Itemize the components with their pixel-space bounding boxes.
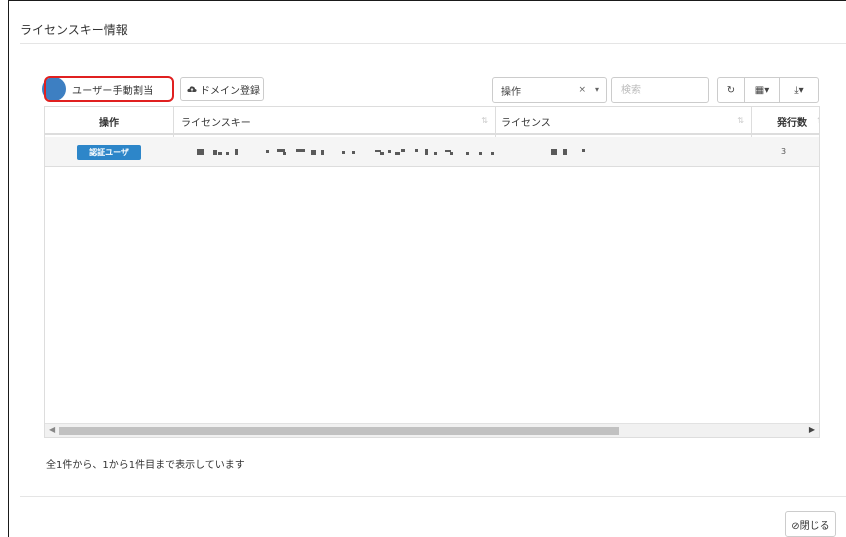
chevron-down-icon[interactable]: ▾	[595, 85, 599, 94]
table-row[interactable]: 認証ユーザ 3	[45, 137, 819, 167]
columns-button[interactable]: ▦▾	[744, 77, 780, 103]
clear-icon[interactable]: ×	[578, 85, 586, 95]
modal-title: ライセンスキー情報	[20, 23, 128, 37]
license-table: 操作 ライセンスキー ⇅ ライセンス ⇅ 発行数 ⇅ 認証ユーザ	[44, 106, 820, 438]
footer-divider	[20, 496, 846, 497]
column-header-action[interactable]: 操作	[45, 107, 173, 135]
column-header-issued-count[interactable]: 発行数 ⇅	[751, 107, 819, 135]
export-button[interactable]: ⤓▾	[779, 77, 819, 103]
table-header: 操作 ライセンスキー ⇅ ライセンス ⇅ 発行数 ⇅	[45, 107, 819, 135]
sort-icon[interactable]: ⇅	[817, 116, 819, 125]
domain-register-button[interactable]: ドメイン登録	[180, 77, 264, 101]
manual-assign-icon	[42, 77, 66, 101]
column-header-label: ライセンスキー	[181, 117, 251, 129]
manual-assign-button[interactable]: ユーザー手動割当	[42, 77, 172, 101]
scroll-right-icon[interactable]: ▶	[809, 425, 815, 434]
horizontal-scrollbar[interactable]: ◀ ▶	[45, 423, 819, 437]
column-header-label: 発行数	[777, 117, 807, 129]
scroll-left-icon[interactable]: ◀	[49, 425, 55, 434]
title-divider	[20, 43, 846, 44]
search-input[interactable]	[611, 77, 709, 103]
column-header-label: ライセンス	[501, 117, 551, 129]
column-header-license[interactable]: ライセンス ⇅	[495, 107, 751, 135]
cloud-upload-icon	[187, 86, 197, 92]
column-header-license-key[interactable]: ライセンスキー ⇅	[173, 107, 495, 135]
sort-icon[interactable]: ⇅	[481, 116, 488, 125]
close-button-label: ⊘閉じる	[791, 520, 830, 532]
issued-count-cell: 3	[781, 147, 787, 156]
close-button[interactable]: ⊘閉じる	[785, 511, 836, 537]
operation-select-value: 操作	[501, 86, 521, 98]
pagination-info: 全1件から、1から1件目まで表示しています	[46, 460, 245, 471]
download-icon: ⤓▾	[794, 84, 804, 96]
scrollbar-thumb[interactable]	[59, 427, 619, 435]
domain-register-label: ドメイン登録	[200, 85, 260, 97]
column-header-label: 操作	[99, 117, 119, 129]
manual-assign-label: ユーザー手動割当	[72, 85, 154, 97]
columns-icon: ▦▾	[754, 84, 770, 96]
redacted-license-data	[197, 149, 585, 155]
refresh-icon: ↻	[726, 84, 736, 96]
refresh-button[interactable]: ↻	[717, 77, 745, 103]
operation-select[interactable]: 操作 × ▾	[492, 77, 607, 103]
sort-icon[interactable]: ⇅	[737, 116, 744, 125]
